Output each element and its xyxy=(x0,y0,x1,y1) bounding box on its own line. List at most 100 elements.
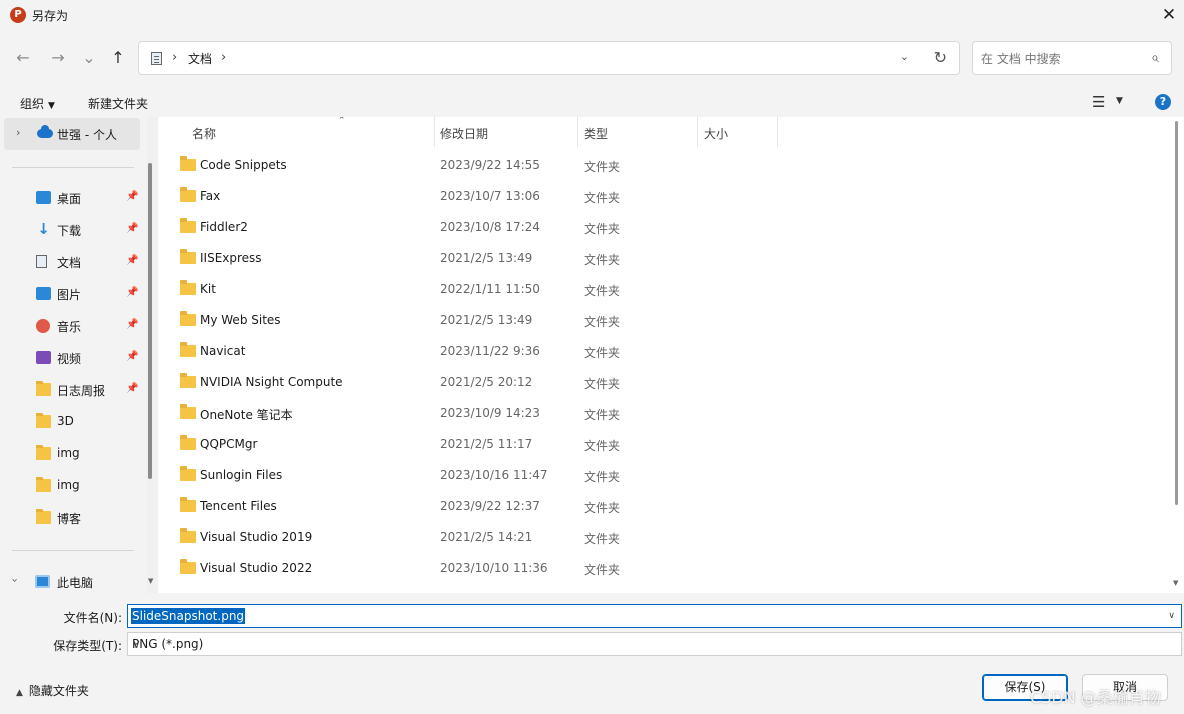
sidebar-item-videos[interactable]: 视频 📌 xyxy=(30,345,142,371)
sidebar-item-music[interactable]: 音乐 📌 xyxy=(30,313,142,339)
column-header-name[interactable]: ⌃ 名称 xyxy=(192,117,434,147)
back-button[interactable]: ← xyxy=(12,46,34,70)
breadcrumb-separator[interactable]: › xyxy=(221,50,226,65)
file-row[interactable]: NVIDIA Nsight Compute 2021/2/5 20:12 文件夹 xyxy=(158,367,1168,398)
column-header-size[interactable]: 大小 xyxy=(704,117,776,147)
sidebar-item-documents[interactable]: 文档 📌 xyxy=(30,249,142,275)
column-header-modified[interactable]: 修改日期 xyxy=(440,117,576,147)
sidebar-item-downloads[interactable]: ↓ 下载 📌 xyxy=(30,217,142,243)
file-name: Fax xyxy=(200,189,221,203)
folder-icon xyxy=(36,381,51,396)
navigation-pane: › 世强 - 个人 桌面 📌 ↓ 下载 📌 文档 📌 图片 📌 音乐 📌 视频 … xyxy=(0,117,158,593)
file-row[interactable]: IISExpress 2021/2/5 13:49 文件夹 xyxy=(158,243,1168,274)
address-dropdown-icon[interactable]: ⌄ xyxy=(900,50,909,63)
close-button[interactable]: ✕ xyxy=(1154,0,1184,30)
file-modified-date: 2023/10/16 11:47 xyxy=(440,468,548,482)
file-type: 文件夹 xyxy=(584,315,621,329)
file-row[interactable]: Navicat 2023/11/22 9:36 文件夹 xyxy=(158,336,1168,367)
onedrive-cloud-icon xyxy=(37,125,53,138)
file-row[interactable]: Fiddler2 2023/10/8 17:24 文件夹 xyxy=(158,212,1168,243)
hide-folders-label: 隐藏文件夹 xyxy=(28,684,89,698)
sidebar-item-onedrive[interactable]: › 世强 - 个人 xyxy=(4,118,140,150)
filetype-select[interactable]: PNG (*.png) ∨ xyxy=(127,632,1182,656)
music-icon xyxy=(36,319,50,333)
sidebar-item-pictures[interactable]: 图片 📌 xyxy=(30,281,142,307)
forward-button[interactable]: → xyxy=(47,46,69,70)
chevron-down-icon[interactable]: ∨ xyxy=(132,637,1175,651)
sidebar-item-this-pc[interactable]: › 此电脑 xyxy=(4,569,140,593)
file-row[interactable]: Tencent Files 2023/9/22 12:37 文件夹 xyxy=(158,491,1168,522)
column-divider[interactable] xyxy=(697,117,698,147)
breadcrumb-separator[interactable]: › xyxy=(172,50,177,65)
sidebar-item-img[interactable]: img xyxy=(30,441,142,467)
file-type: 文件夹 xyxy=(584,253,621,267)
folder-icon xyxy=(180,559,196,574)
scroll-down-icon[interactable]: ▼ xyxy=(148,577,153,585)
help-icon[interactable]: ? xyxy=(1155,94,1171,110)
column-divider[interactable] xyxy=(777,117,778,147)
pictures-icon xyxy=(36,287,51,300)
pin-icon: 📌 xyxy=(126,191,139,202)
file-name: QQPCMgr xyxy=(200,437,258,451)
back-arrow-icon: ← xyxy=(16,48,30,67)
folder-icon xyxy=(180,156,196,171)
column-divider[interactable] xyxy=(434,117,435,147)
file-modified-date: 2021/2/5 14:21 xyxy=(440,530,533,544)
sidebar-item-weekly-logs[interactable]: 日志周报 📌 xyxy=(30,377,142,403)
pin-icon: 📌 xyxy=(126,255,139,266)
file-row[interactable]: OneNote 笔记本 2023/10/9 14:23 文件夹 xyxy=(158,398,1168,429)
folder-icon xyxy=(180,280,196,295)
sidebar-item-3d[interactable]: 3D xyxy=(30,409,142,435)
hide-folders-toggle[interactable]: ▲ 隐藏文件夹 xyxy=(16,682,89,699)
up-button[interactable]: ↑ xyxy=(107,46,129,70)
breadcrumb-documents[interactable]: 文档 xyxy=(188,50,212,67)
file-row[interactable]: Sunlogin Files 2023/10/16 11:47 文件夹 xyxy=(158,460,1168,491)
search-box[interactable]: ⌕ xyxy=(972,41,1172,75)
file-type: 文件夹 xyxy=(584,532,621,546)
window-title: 另存为 xyxy=(32,9,69,23)
organize-menu[interactable]: 组织 ▼ xyxy=(20,95,55,112)
search-input[interactable] xyxy=(981,50,1141,68)
file-row[interactable]: Code Snippets 2023/9/22 14:55 文件夹 xyxy=(158,150,1168,181)
chevron-down-icon[interactable]: ∨ xyxy=(1168,611,1175,621)
recent-locations-button[interactable]: ⌄ xyxy=(78,46,100,70)
chevron-up-icon: ▲ xyxy=(16,688,23,698)
column-header-type[interactable]: 类型 xyxy=(584,117,696,147)
pin-icon: 📌 xyxy=(126,383,139,394)
computer-icon xyxy=(35,575,50,588)
organize-label: 组织 xyxy=(20,97,45,111)
filename-label: 文件名(N): xyxy=(63,611,122,625)
sidebar-scrollbar-thumb[interactable] xyxy=(148,163,152,479)
refresh-icon[interactable]: ↻ xyxy=(934,48,947,67)
pin-icon: 📌 xyxy=(126,223,139,234)
file-row[interactable]: QQPCMgr 2021/2/5 11:17 文件夹 xyxy=(158,429,1168,460)
sidebar-item-img[interactable]: img xyxy=(30,473,142,499)
new-folder-button[interactable]: 新建文件夹 xyxy=(88,95,148,112)
folder-icon xyxy=(180,342,196,357)
filename-input[interactable]: SlideSnapshot.png xyxy=(131,608,246,624)
chevron-right-icon[interactable]: › xyxy=(16,126,20,139)
file-row[interactable]: My Web Sites 2021/2/5 13:49 文件夹 xyxy=(158,305,1168,336)
chevron-down-icon[interactable]: › xyxy=(9,578,22,582)
file-modified-date: 2023/10/7 13:06 xyxy=(440,189,540,203)
scroll-down-icon[interactable]: ▼ xyxy=(1173,579,1178,587)
file-type: 文件夹 xyxy=(584,563,621,577)
file-row[interactable]: Visual Studio 2022 2023/10/10 11:36 文件夹 xyxy=(158,553,1168,584)
file-type: 文件夹 xyxy=(584,191,621,205)
download-icon: ↓ xyxy=(37,220,50,238)
folder-icon xyxy=(180,466,196,481)
caret-down-icon[interactable]: ▼ xyxy=(1116,96,1123,106)
sidebar-item-label: 下载 xyxy=(57,224,82,238)
view-options-icon[interactable]: ☰ xyxy=(1092,93,1105,111)
column-divider[interactable] xyxy=(577,117,578,147)
file-row[interactable]: Fax 2023/10/7 13:06 文件夹 xyxy=(158,181,1168,212)
search-icon[interactable]: ⌕ xyxy=(1151,50,1159,66)
file-row[interactable]: Visual Studio 2019 2021/2/5 14:21 文件夹 xyxy=(158,522,1168,553)
file-type: 文件夹 xyxy=(584,439,621,453)
address-bar[interactable]: › 文档 › ⌄ ↻ xyxy=(138,41,960,75)
file-row[interactable]: Kit 2022/1/11 11:50 文件夹 xyxy=(158,274,1168,305)
sidebar-item-desktop[interactable]: 桌面 📌 xyxy=(30,185,142,211)
file-list-scrollbar-thumb[interactable] xyxy=(1175,121,1178,505)
filename-field[interactable]: SlideSnapshot.png ∨ xyxy=(127,604,1182,628)
sidebar-item-blog[interactable]: 博客 xyxy=(30,505,142,531)
